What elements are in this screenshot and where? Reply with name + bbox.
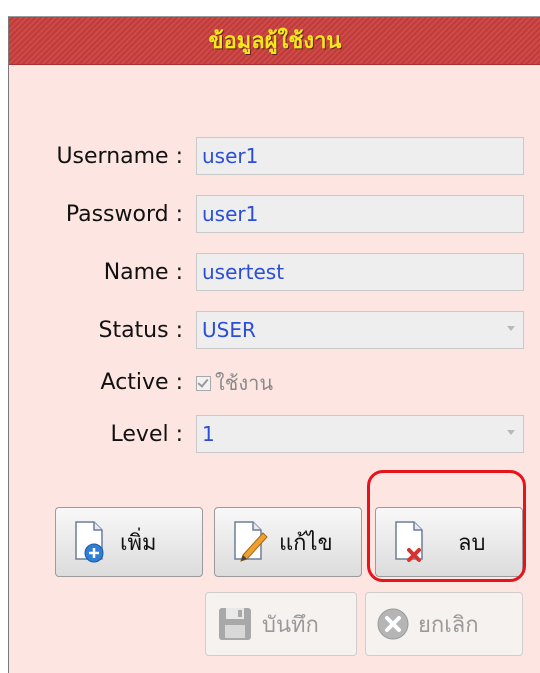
active-checkbox-label: ใช้งาน bbox=[215, 371, 274, 395]
name-input[interactable]: usertest bbox=[196, 253, 524, 291]
panel-title: ข้อมูลผู้ใช้งาน bbox=[208, 29, 342, 54]
level-select[interactable]: 1 bbox=[196, 415, 524, 453]
status-value: USER bbox=[202, 318, 256, 342]
username-row: Username : user1 bbox=[9, 137, 540, 177]
username-label: Username : bbox=[56, 144, 183, 169]
cancel-button-label: ยกเลิก bbox=[418, 612, 479, 638]
delete-button[interactable]: ลบ bbox=[375, 507, 523, 577]
password-input[interactable]: user1 bbox=[196, 195, 524, 233]
add-button-label: เพิ่ม bbox=[120, 530, 157, 556]
delete-button-label: ลบ bbox=[458, 530, 486, 556]
edit-button[interactable]: แก้ไข bbox=[214, 507, 362, 577]
status-select[interactable]: USER bbox=[196, 311, 524, 349]
active-checkbox[interactable]: ใช้งาน bbox=[196, 363, 273, 403]
edit-document-icon bbox=[234, 521, 268, 562]
add-document-icon bbox=[75, 521, 104, 563]
active-label: Active : bbox=[100, 370, 183, 395]
save-button[interactable]: บันทึก bbox=[205, 592, 357, 656]
title-bar: ข้อมูลผู้ใช้งาน bbox=[9, 17, 540, 65]
username-input[interactable]: user1 bbox=[196, 137, 524, 175]
save-button-label: บันทึก bbox=[262, 612, 319, 638]
chevron-down-icon bbox=[507, 430, 515, 435]
active-row: Active : ใช้งาน bbox=[9, 363, 540, 403]
status-label: Status : bbox=[98, 318, 183, 343]
level-label: Level : bbox=[110, 422, 183, 447]
save-icon bbox=[219, 608, 251, 640]
level-row: Level : 1 bbox=[9, 415, 540, 455]
edit-button-label: แก้ไข bbox=[279, 530, 333, 556]
name-row: Name : usertest bbox=[9, 253, 540, 293]
password-label: Password : bbox=[65, 202, 183, 227]
level-value: 1 bbox=[202, 422, 215, 446]
delete-document-icon bbox=[395, 521, 423, 562]
cancel-button[interactable]: ยกเลิก bbox=[365, 592, 523, 656]
cancel-icon bbox=[377, 608, 409, 640]
add-button[interactable]: เพิ่ม bbox=[55, 507, 203, 577]
status-row: Status : USER bbox=[9, 311, 540, 351]
chevron-down-icon bbox=[507, 326, 515, 331]
password-row: Password : user1 bbox=[9, 195, 540, 235]
checkbox-checked-icon bbox=[196, 375, 211, 391]
name-label: Name : bbox=[103, 260, 183, 285]
